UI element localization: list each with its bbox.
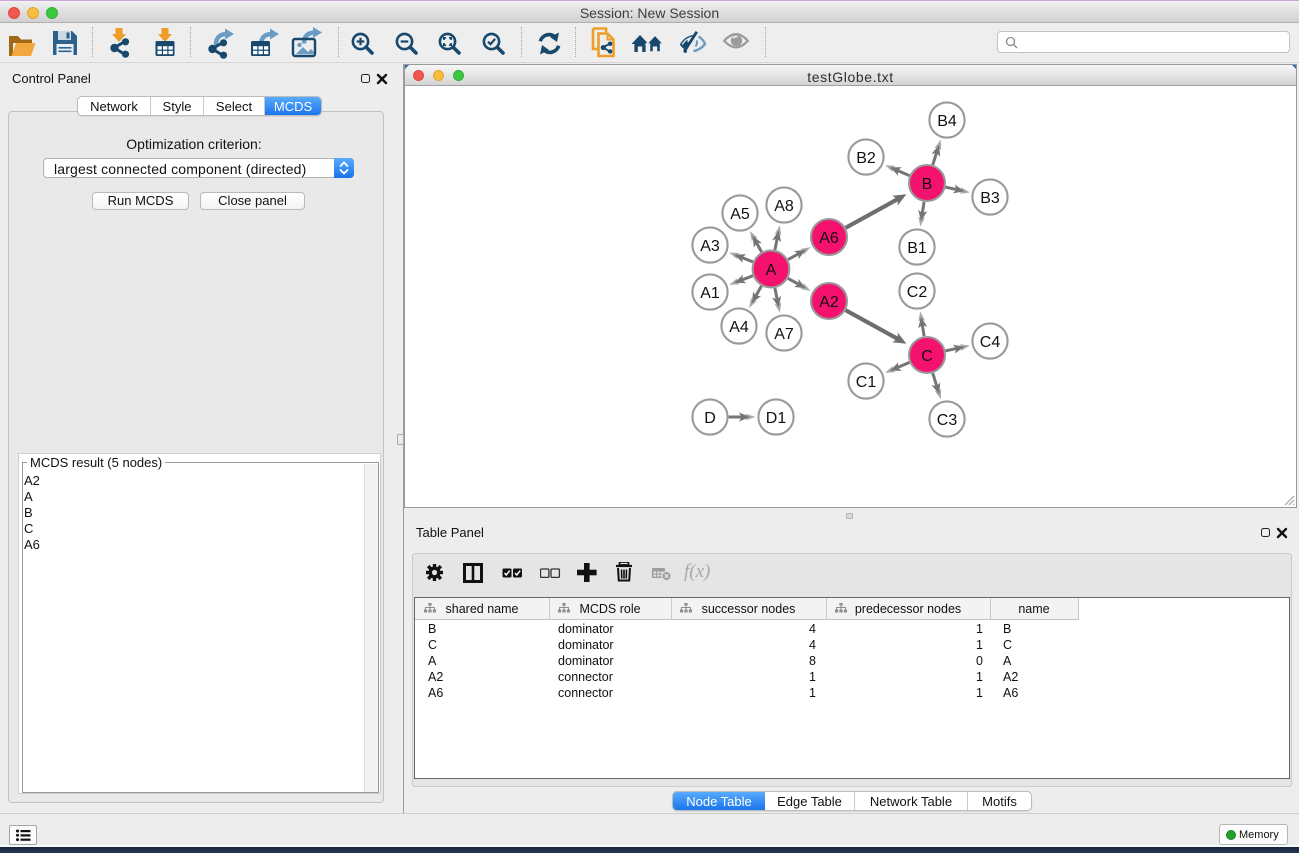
svg-text:A5: A5 bbox=[730, 206, 750, 223]
svg-text:C4: C4 bbox=[980, 334, 1001, 351]
svg-text:A8: A8 bbox=[774, 198, 794, 215]
svg-text:B2: B2 bbox=[856, 150, 876, 167]
svg-text:B: B bbox=[922, 176, 933, 193]
svg-text:B4: B4 bbox=[937, 113, 957, 130]
svg-text:A3: A3 bbox=[700, 238, 720, 255]
svg-text:C1: C1 bbox=[856, 374, 877, 391]
svg-text:A: A bbox=[766, 262, 777, 279]
svg-text:D1: D1 bbox=[766, 410, 787, 427]
svg-text:A4: A4 bbox=[729, 319, 749, 336]
svg-text:A2: A2 bbox=[819, 294, 839, 311]
svg-text:A6: A6 bbox=[819, 230, 839, 247]
svg-text:B3: B3 bbox=[980, 190, 1000, 207]
svg-text:B1: B1 bbox=[907, 240, 927, 257]
svg-text:A7: A7 bbox=[774, 326, 794, 343]
svg-text:D: D bbox=[704, 410, 716, 427]
svg-text:C: C bbox=[921, 348, 933, 365]
svg-text:C3: C3 bbox=[937, 412, 958, 429]
svg-text:A1: A1 bbox=[700, 285, 720, 302]
svg-text:C2: C2 bbox=[907, 284, 928, 301]
